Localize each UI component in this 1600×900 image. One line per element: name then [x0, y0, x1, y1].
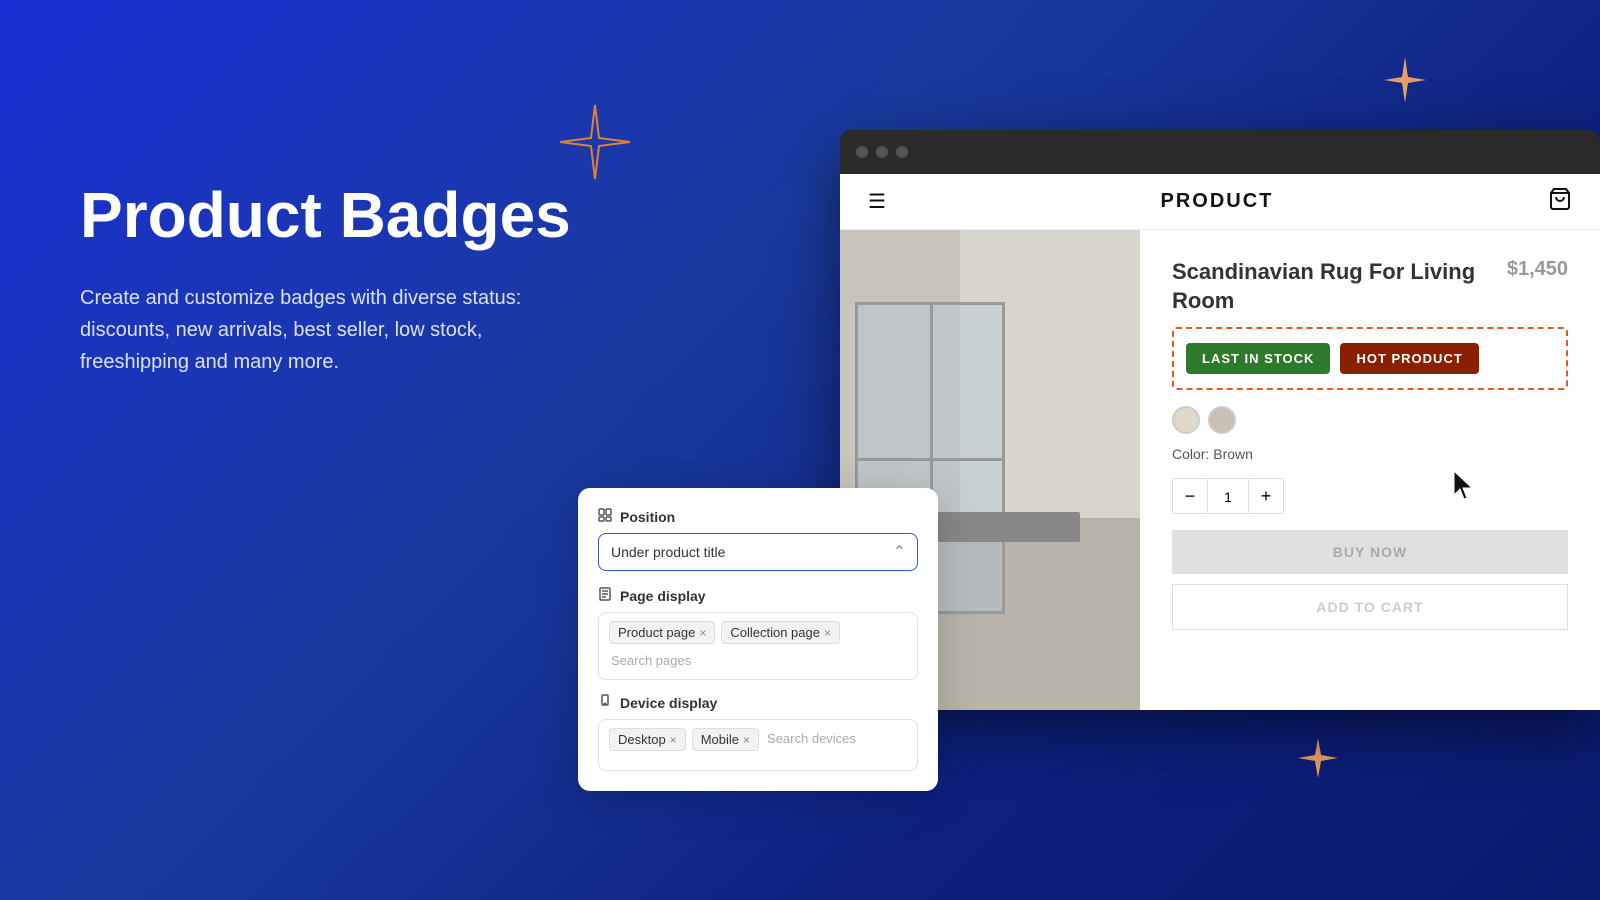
product-price: $1,450: [1507, 258, 1568, 281]
hamburger-icon[interactable]: ☰: [868, 189, 886, 214]
color-label: Color: Brown: [1172, 446, 1568, 462]
page-search-placeholder: Search pages: [609, 650, 693, 671]
browser-dot-3: [896, 146, 908, 158]
position-icon: [598, 508, 612, 525]
sparkle-br-icon: [1296, 736, 1340, 780]
page-title: Product Badges: [80, 180, 640, 250]
shop-name: PRODUCT: [1161, 190, 1274, 213]
device-search-placeholder: Search devices: [765, 728, 858, 749]
page-tags-input[interactable]: Product page × Collection page × Search …: [598, 612, 918, 680]
remove-collection-page-tag[interactable]: ×: [824, 626, 831, 640]
position-select[interactable]: Under product title Above product title …: [598, 533, 918, 571]
badge-last-in-stock: LAST IN STOCK: [1186, 343, 1330, 374]
cart-icon[interactable]: [1548, 187, 1572, 217]
badges-container: LAST IN STOCK HOT PRODUCT: [1172, 327, 1568, 390]
page-tag-collection[interactable]: Collection page ×: [721, 621, 840, 644]
product-name: Scandinavian Rug For Living Room: [1172, 258, 1507, 315]
remove-desktop-tag[interactable]: ×: [670, 733, 677, 747]
quantity-value: 1: [1208, 478, 1248, 514]
browser-topbar: [840, 130, 1600, 174]
add-to-cart-button[interactable]: ADD TO CART: [1172, 584, 1568, 630]
left-panel: Product Badges Create and customize badg…: [80, 180, 640, 378]
page-display-section-title: Page display: [598, 587, 918, 604]
color-swatches: [1172, 406, 1568, 434]
device-tag-desktop[interactable]: Desktop ×: [609, 728, 686, 751]
remove-mobile-tag[interactable]: ×: [743, 733, 750, 747]
device-tag-mobile[interactable]: Mobile ×: [692, 728, 759, 751]
sparkle-top-icon: [555, 100, 635, 190]
page-icon: [598, 587, 612, 604]
browser-dot-1: [856, 146, 868, 158]
device-tags-input[interactable]: Desktop × Mobile × Search devices: [598, 719, 918, 771]
product-name-row: Scandinavian Rug For Living Room $1,450: [1172, 258, 1568, 315]
shop-header: ☰ PRODUCT: [840, 174, 1600, 230]
product-area: Scandinavian Rug For Living Room $1,450 …: [840, 230, 1600, 710]
swatch-medium[interactable]: [1208, 406, 1236, 434]
browser-mockup: ☰ PRODUCT: [840, 130, 1600, 710]
device-display-section-title: Device display: [598, 694, 918, 711]
swatch-light[interactable]: [1172, 406, 1200, 434]
quantity-plus[interactable]: +: [1248, 478, 1284, 514]
page-tag-product[interactable]: Product page ×: [609, 621, 715, 644]
product-details: Scandinavian Rug For Living Room $1,450 …: [1140, 230, 1600, 710]
remove-product-page-tag[interactable]: ×: [699, 626, 706, 640]
quantity-row: − 1 +: [1172, 478, 1568, 514]
device-icon: [598, 694, 612, 711]
browser-dot-2: [876, 146, 888, 158]
browser-content: ☰ PRODUCT: [840, 174, 1600, 710]
position-section-title: Position: [598, 508, 918, 525]
badge-hot-product: HOT PRODUCT: [1340, 343, 1478, 374]
page-description: Create and customize badges with diverse…: [80, 282, 580, 378]
sparkle-tr-icon: [1380, 55, 1430, 105]
quantity-minus[interactable]: −: [1172, 478, 1208, 514]
position-panel: Position Under product title Above produ…: [578, 488, 938, 791]
buy-now-button[interactable]: BUY NOW: [1172, 530, 1568, 574]
position-select-wrapper: Under product title Above product title …: [598, 533, 918, 571]
